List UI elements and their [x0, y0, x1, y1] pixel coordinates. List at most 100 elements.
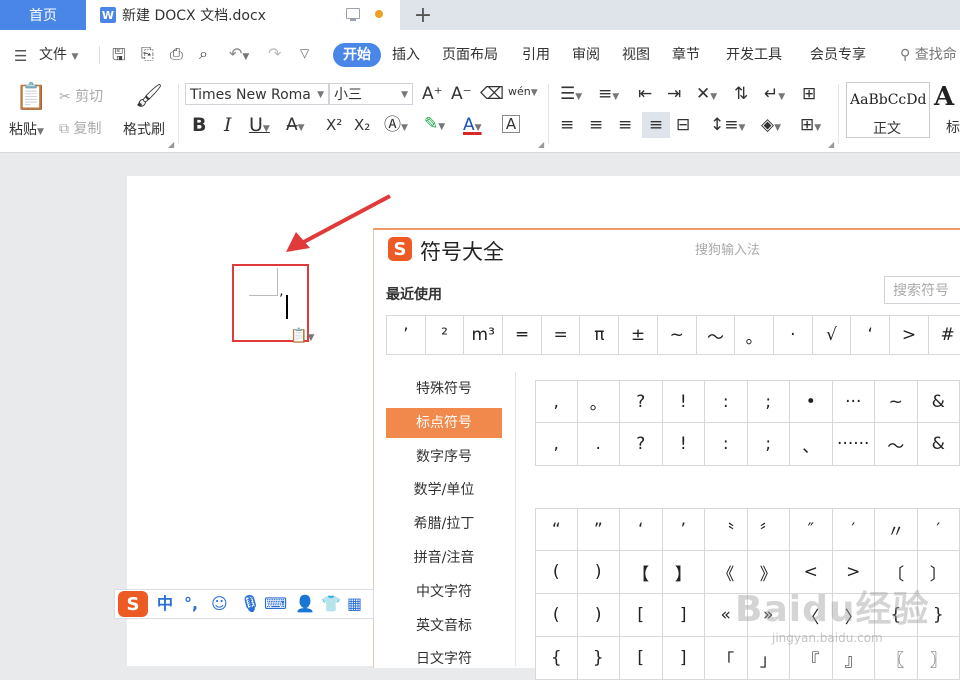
symbol-cell[interactable]: ]: [663, 637, 706, 680]
symbol-cell[interactable]: 〃: [875, 508, 918, 551]
symbol-category-item[interactable]: 拼音/注音: [386, 543, 502, 573]
menu-insert[interactable]: 插入: [392, 44, 420, 66]
undo-icon[interactable]: ↶▼: [229, 44, 249, 63]
menu-developer[interactable]: 开发工具: [726, 44, 782, 66]
symbol-cell[interactable]: ″: [790, 508, 833, 551]
superscript-button[interactable]: X²: [326, 115, 342, 135]
save-icon[interactable]: 🖫: [112, 44, 126, 71]
align-center-icon[interactable]: ≡: [589, 115, 603, 135]
symbol-cell[interactable]: ;: [748, 423, 791, 466]
recent-symbol-cell[interactable]: #: [929, 316, 960, 355]
numbered-list-icon[interactable]: ≡▼: [598, 84, 619, 107]
symbol-cell[interactable]: &: [918, 380, 960, 423]
subscript-button[interactable]: X₂: [354, 115, 370, 135]
symbol-cell[interactable]: ”: [578, 508, 621, 551]
symbol-cell[interactable]: .: [578, 423, 621, 466]
recent-symbol-cell[interactable]: ～: [697, 316, 736, 355]
italic-button[interactable]: I: [224, 115, 232, 135]
symbol-cell[interactable]: “: [535, 508, 578, 551]
shading-icon[interactable]: ◈▼: [761, 115, 781, 138]
align-right-icon[interactable]: ≡: [618, 115, 632, 135]
line-spacing-icon[interactable]: ↕≡▼: [710, 115, 745, 138]
menu-review[interactable]: 审阅: [572, 44, 600, 66]
format-painter-icon[interactable]: 🖌: [135, 82, 163, 112]
character-border-icon[interactable]: A: [502, 115, 520, 133]
style-heading[interactable]: A 标: [934, 82, 960, 136]
recent-symbol-cell[interactable]: m³: [464, 316, 503, 355]
symbol-cell[interactable]: ?: [620, 423, 663, 466]
symbol-cell[interactable]: ···: [833, 380, 876, 423]
symbol-category-item[interactable]: 希腊/拉丁: [386, 509, 502, 539]
print-preview-icon[interactable]: ⌕: [199, 44, 208, 64]
dialog-launcher-icon[interactable]: ◢: [168, 140, 174, 149]
symbol-cell[interactable]: 〞: [748, 508, 791, 551]
symbol-cell[interactable]: [: [620, 594, 663, 637]
symbol-category-item[interactable]: 标点符号: [386, 408, 502, 438]
paste-icon[interactable]: 📋: [15, 82, 47, 112]
emoji-icon[interactable]: ☺: [211, 594, 228, 614]
clear-format-icon[interactable]: ⌫: [480, 84, 504, 104]
symbol-cell[interactable]: ······: [833, 423, 876, 466]
export-pdf-icon[interactable]: ⎘: [141, 44, 154, 64]
menu-view[interactable]: 视图: [622, 44, 650, 66]
copy-button[interactable]: ⧉ 复制: [59, 118, 101, 138]
tabs-icon[interactable]: ⊞: [802, 84, 816, 104]
highlight-color-icon[interactable]: ✎▼: [424, 114, 445, 137]
toolbox-icon[interactable]: ▦: [347, 594, 362, 614]
print-icon[interactable]: ⎙: [170, 44, 183, 64]
menu-page-layout[interactable]: 页面布局: [442, 44, 498, 66]
punctuation-mode-button[interactable]: °,: [184, 594, 198, 614]
recent-symbol-cell[interactable]: >: [890, 316, 929, 355]
symbol-cell[interactable]: 】: [663, 551, 706, 594]
bold-button[interactable]: B: [192, 115, 206, 135]
redo-icon[interactable]: ↷: [268, 44, 281, 63]
symbol-cell[interactable]: ,: [535, 380, 578, 423]
underline-button[interactable]: U▼: [249, 115, 270, 139]
symbol-cell[interactable]: (: [535, 551, 578, 594]
menu-start[interactable]: 开始: [333, 43, 381, 67]
symbol-cell[interactable]: 〝: [705, 508, 748, 551]
symbol-cell[interactable]: ~: [875, 380, 918, 423]
symbol-cell[interactable]: (: [535, 594, 578, 637]
strikethrough-icon[interactable]: A̶▼: [286, 115, 305, 138]
symbol-cell[interactable]: }: [578, 637, 621, 680]
symbol-cell[interactable]: ～: [875, 423, 918, 466]
keyboard-icon[interactable]: ⌨: [264, 594, 287, 614]
symbol-cell[interactable]: •: [790, 380, 833, 423]
symbol-category-item[interactable]: 数字序号: [386, 442, 502, 472]
sort-icon[interactable]: ⇅: [734, 84, 748, 104]
symbol-category-item[interactable]: 特殊符号: [386, 374, 502, 404]
symbol-cell[interactable]: :: [705, 423, 748, 466]
recent-symbol-cell[interactable]: ±: [619, 316, 658, 355]
dialog-launcher-icon[interactable]: ◢: [828, 140, 834, 149]
paste-button[interactable]: 粘贴▼: [9, 119, 44, 139]
symbol-cell[interactable]: 〗: [918, 637, 960, 680]
dialog-launcher-icon[interactable]: ◢: [538, 140, 544, 149]
font-name-select[interactable]: Times New Roma▼: [185, 83, 329, 105]
menu-member[interactable]: 会员专享: [810, 44, 866, 66]
symbol-cell[interactable]: {: [535, 637, 578, 680]
symbol-cell[interactable]: ): [578, 551, 621, 594]
symbol-cell[interactable]: ‘: [620, 508, 663, 551]
symbol-cell[interactable]: ;: [748, 380, 791, 423]
symbol-search-input[interactable]: 搜索符号: [884, 276, 960, 304]
voice-input-icon[interactable]: 🎙: [240, 594, 260, 614]
format-painter-button[interactable]: 格式刷: [123, 119, 165, 139]
style-normal[interactable]: AaBbCcDd 正文: [846, 82, 930, 138]
symbol-cell[interactable]: !: [663, 423, 706, 466]
increase-indent-icon[interactable]: ⇥: [667, 84, 681, 104]
menu-references[interactable]: 引用: [522, 44, 550, 66]
recent-symbol-cell[interactable]: =: [542, 316, 581, 355]
hamburger-icon[interactable]: ☰: [14, 47, 27, 65]
chinese-mode-button[interactable]: 中: [157, 594, 173, 614]
sogou-logo-icon[interactable]: S: [118, 591, 148, 617]
distributed-align-icon[interactable]: ⊟: [676, 115, 690, 135]
recent-symbol-cell[interactable]: ═: [503, 316, 542, 355]
user-account-icon[interactable]: 👤: [295, 594, 315, 614]
symbol-category-item[interactable]: 英文音标: [386, 611, 502, 641]
skin-icon[interactable]: 👕: [321, 594, 341, 614]
recent-symbol-cell[interactable]: ’: [387, 316, 426, 355]
symbol-category-item[interactable]: 数学/单位: [386, 475, 502, 505]
borders-icon[interactable]: ⊞▼: [800, 115, 821, 138]
symbol-cell[interactable]: 【: [620, 551, 663, 594]
